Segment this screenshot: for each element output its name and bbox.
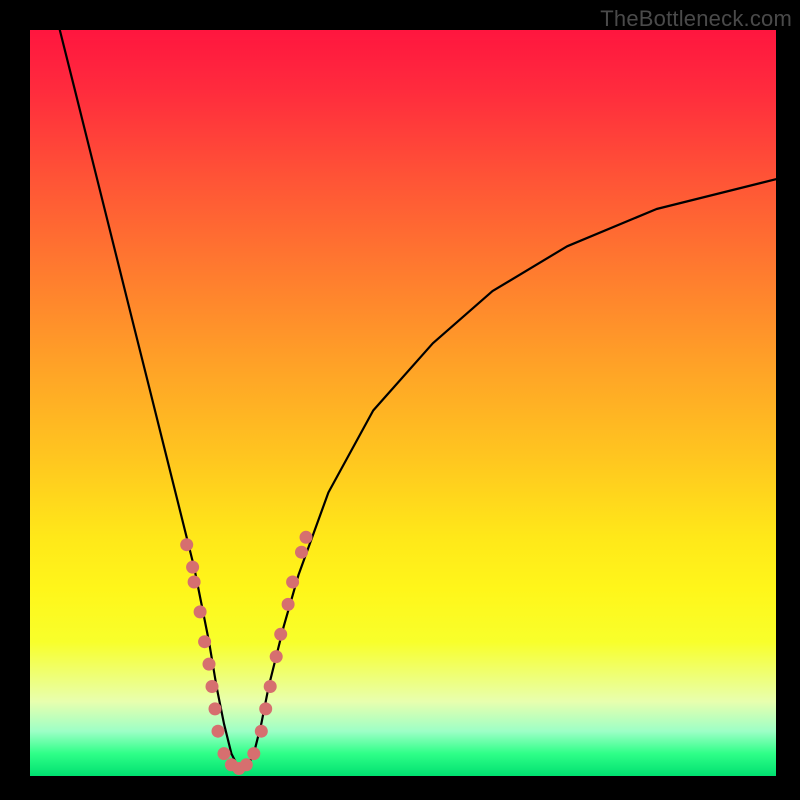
highlight-dot	[295, 546, 308, 559]
highlight-dot	[259, 702, 272, 715]
highlight-dot	[180, 538, 193, 551]
highlight-dot	[203, 658, 216, 671]
highlight-dot	[240, 758, 253, 771]
highlight-dot	[255, 725, 268, 738]
highlight-dots	[180, 531, 312, 775]
highlight-dot	[270, 650, 283, 663]
highlight-dot	[247, 747, 260, 760]
highlight-dot	[209, 702, 222, 715]
watermark-text: TheBottleneck.com	[600, 6, 792, 32]
highlight-dot	[286, 576, 299, 589]
highlight-dot	[206, 680, 219, 693]
highlight-dot	[218, 747, 231, 760]
chart-svg	[30, 30, 776, 776]
highlight-dot	[282, 598, 295, 611]
highlight-dot	[194, 605, 207, 618]
highlight-dot	[274, 628, 287, 641]
highlight-dot	[300, 531, 313, 544]
highlight-dot	[198, 635, 211, 648]
highlight-dot	[264, 680, 277, 693]
highlight-dot	[188, 576, 201, 589]
highlight-dot	[212, 725, 225, 738]
highlight-dot	[186, 561, 199, 574]
bottleneck-curve	[60, 30, 776, 769]
chart-frame: TheBottleneck.com	[0, 0, 800, 800]
